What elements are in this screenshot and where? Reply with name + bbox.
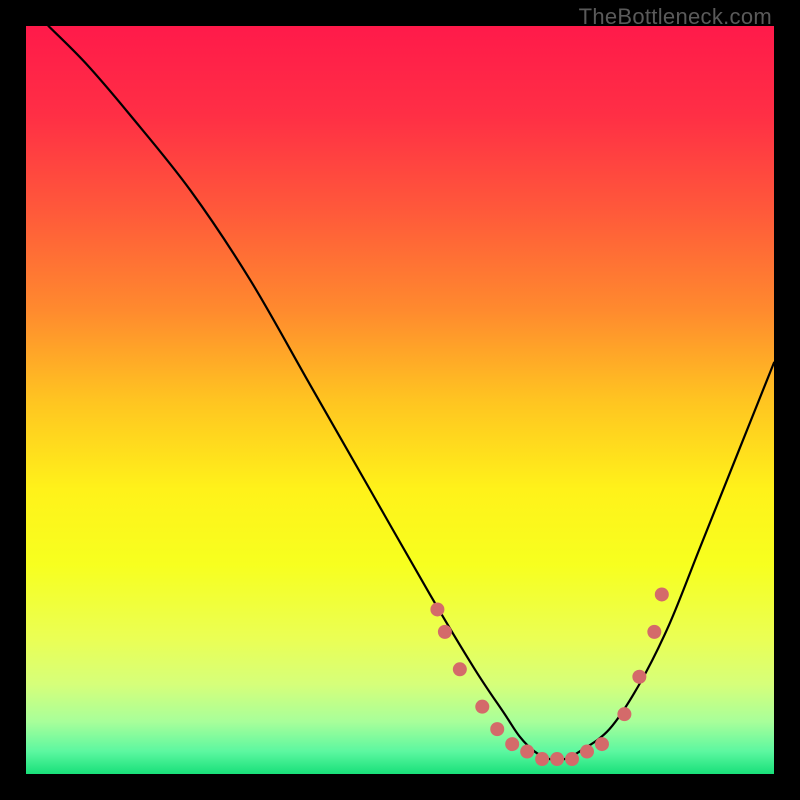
sample-dot	[580, 745, 594, 759]
sample-dot	[438, 625, 452, 639]
sample-dot	[453, 662, 467, 676]
sample-dot	[520, 745, 534, 759]
sample-dot	[565, 752, 579, 766]
sample-dot	[505, 737, 519, 751]
sample-dot	[475, 700, 489, 714]
outer-black-frame	[26, 26, 774, 774]
sample-dots	[26, 26, 774, 774]
sample-dot	[535, 752, 549, 766]
sample-dot	[595, 737, 609, 751]
sample-dot	[490, 722, 504, 736]
sample-dot	[550, 752, 564, 766]
sample-dot	[647, 625, 661, 639]
chart-plot-area	[26, 26, 774, 774]
sample-dot	[617, 707, 631, 721]
sample-dot	[430, 602, 444, 616]
sample-dot	[655, 587, 669, 601]
sample-dot	[632, 670, 646, 684]
watermark-text: TheBottleneck.com	[579, 4, 772, 30]
